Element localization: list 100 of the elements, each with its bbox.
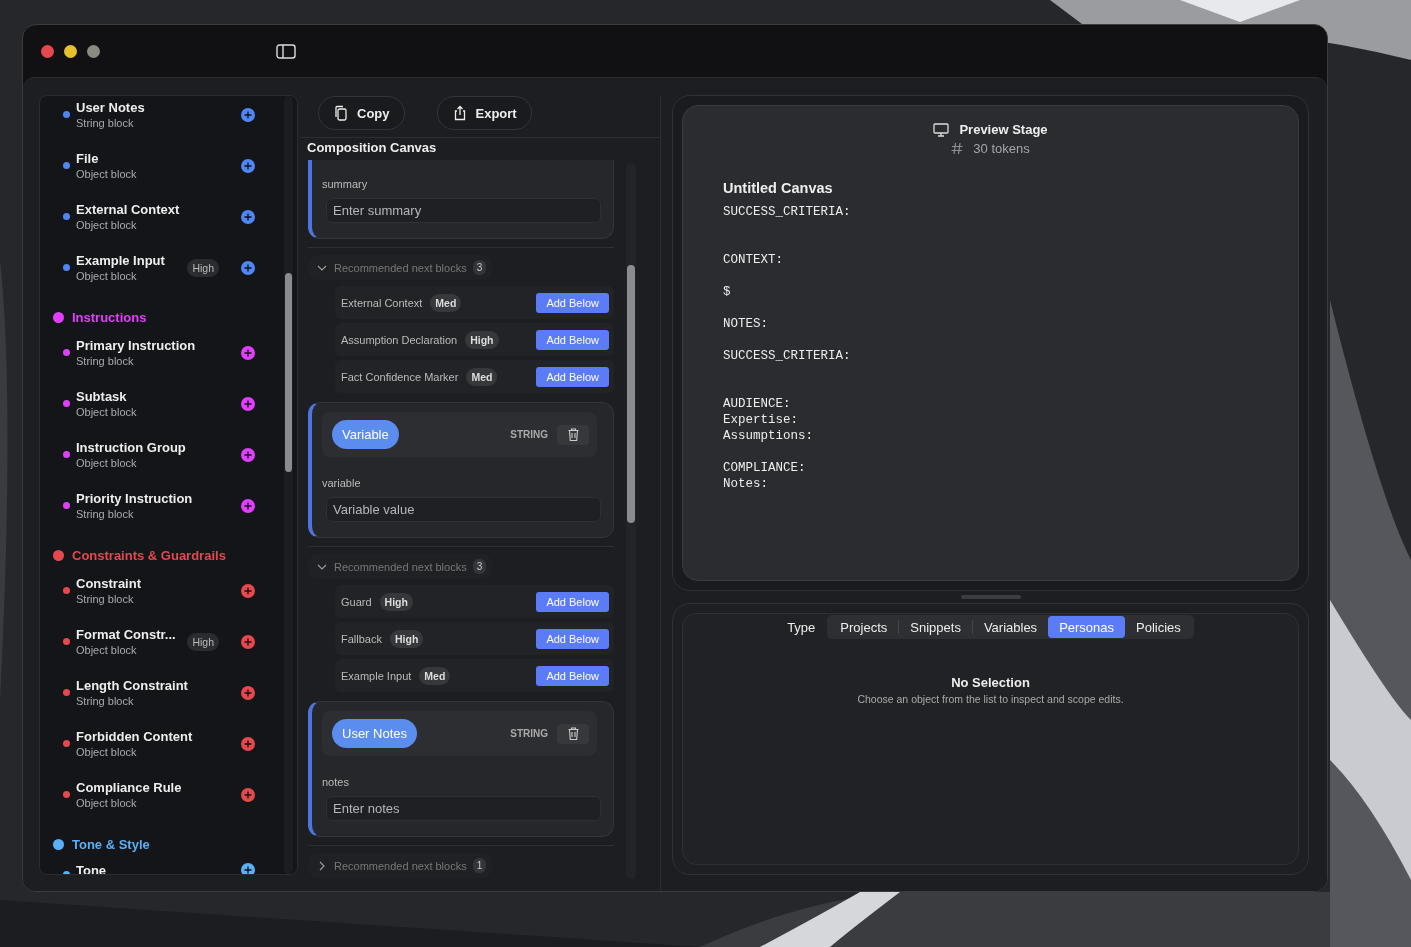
block-name[interactable]: Subtask (76, 389, 241, 404)
add-below-button[interactable]: Add Below (536, 329, 609, 350)
group-title: Instructions (72, 309, 147, 325)
block-type: Object block (76, 457, 138, 469)
priority-badge: High (187, 632, 219, 651)
add-below-button[interactable]: Add Below (536, 366, 609, 387)
priority-badge: Med (466, 367, 498, 386)
sidebar-toggle-icon[interactable] (276, 43, 296, 59)
add-below-button[interactable]: Add Below (536, 292, 609, 313)
add-icon[interactable] (241, 396, 255, 411)
add-icon[interactable] (241, 209, 255, 224)
scrollbar[interactable] (626, 163, 636, 879)
trash-icon (567, 727, 579, 740)
block-name[interactable]: Example Input (76, 253, 188, 268)
block-name[interactable]: Length Constraint (76, 678, 241, 693)
priority-badge: Med (419, 666, 451, 685)
export-button[interactable]: Export (436, 96, 532, 130)
delete-button[interactable] (557, 424, 589, 445)
add-icon[interactable] (241, 107, 255, 122)
recommendation-name: Example Input (341, 669, 412, 682)
token-count: 30 tokens (973, 141, 1030, 156)
close-button[interactable] (41, 44, 54, 58)
empty-state-title: No Selection (951, 675, 1030, 690)
add-icon[interactable] (241, 863, 255, 874)
recommendation-name: Guard (341, 595, 372, 608)
group-title: Tone & Style (72, 836, 150, 852)
block-name[interactable]: Constraint (76, 576, 241, 591)
recommendation-name: Assumption Declaration (341, 333, 458, 346)
block-type: String block (76, 355, 135, 367)
add-icon[interactable] (241, 787, 255, 802)
input-field[interactable]: Enter summary (326, 198, 601, 223)
preview-title: Preview Stage (959, 122, 1048, 137)
input-field[interactable]: Enter notes (326, 796, 601, 821)
block-name[interactable]: Primary Instruction (76, 338, 241, 353)
block-name[interactable]: External Context (76, 202, 241, 217)
add-icon[interactable] (241, 634, 255, 649)
resize-handle[interactable] (960, 595, 1021, 599)
add-icon[interactable] (241, 447, 255, 462)
block-type: Object block (76, 797, 138, 809)
type-tab[interactable]: Personas (1048, 616, 1126, 638)
add-icon[interactable] (241, 158, 255, 173)
canvas-name: Untitled Canvas (723, 180, 834, 196)
type-tab[interactable]: Snippets (899, 616, 972, 638)
recommendation-name: Fallback (341, 632, 382, 645)
block-name[interactable]: Instruction Group (76, 440, 241, 455)
block-type-label: STRING (510, 728, 548, 739)
add-icon[interactable] (241, 583, 255, 598)
field-label: variable (322, 477, 362, 489)
block-name[interactable]: Format Constr... (76, 627, 188, 642)
add-icon[interactable] (241, 260, 255, 275)
field-label: summary (322, 178, 369, 190)
input-field[interactable]: Variable value (326, 497, 601, 522)
block-type: Object block (76, 270, 138, 282)
block-type: Object block (76, 746, 138, 758)
block-type-label: STRING (510, 429, 548, 440)
trash-icon (567, 428, 579, 441)
minimize-button[interactable] (64, 44, 77, 58)
add-icon[interactable] (241, 685, 255, 700)
block-type: Object block (76, 644, 138, 656)
block-name[interactable]: File (76, 151, 241, 166)
add-below-button[interactable]: Add Below (536, 665, 609, 686)
add-icon[interactable] (241, 498, 255, 513)
add-icon[interactable] (241, 345, 255, 360)
field-label: notes (322, 776, 350, 788)
recommendation-name: External Context (341, 296, 423, 309)
add-below-button[interactable]: Add Below (536, 591, 609, 612)
block-type: Object block (76, 168, 138, 180)
block-type: String block (76, 508, 135, 520)
recommendation-name: Fact Confidence Marker (341, 370, 459, 383)
scrollbar[interactable] (284, 96, 293, 874)
group-title: Constraints & Guardrails (72, 547, 226, 563)
block-name[interactable]: Forbidden Content (76, 729, 241, 744)
priority-badge: High (389, 629, 424, 648)
priority-badge: High (379, 592, 413, 611)
priority-badge: Med (430, 293, 462, 312)
block-type: Object block (76, 219, 138, 231)
block-name[interactable]: Priority Instruction (76, 491, 241, 506)
delete-button[interactable] (557, 723, 589, 744)
block-name[interactable]: Compliance Rule (76, 780, 241, 795)
block-type: String block (76, 695, 135, 707)
copy-icon (333, 105, 349, 121)
block-type: String block (76, 593, 135, 605)
block-type: String block (76, 117, 135, 129)
copy-button[interactable]: Copy (318, 96, 405, 130)
monitor-icon (933, 122, 950, 137)
type-label: Type (787, 619, 816, 635)
type-tab[interactable]: Variables (972, 616, 1049, 638)
block-name[interactable]: User Notes (76, 100, 241, 115)
type-tab[interactable]: Policies (1125, 616, 1192, 638)
type-tab[interactable]: Projects (829, 616, 899, 638)
priority-badge: High (187, 258, 219, 277)
block-type: Object block (76, 406, 138, 418)
empty-state-text: Choose an object from the list to inspect and scope edits. (857, 693, 1124, 705)
add-below-button[interactable]: Add Below (536, 628, 609, 649)
zoom-button[interactable] (87, 44, 100, 58)
canvas-title: Composition Canvas (306, 139, 438, 157)
priority-badge: High (465, 330, 499, 349)
add-icon[interactable] (241, 736, 255, 751)
hash-icon (951, 142, 964, 155)
prompt-preview-text: SUCCESS_CRITERIA: CONTEXT: $ NOTES: SUCCESS_CRITERIA: AUDIENCE: Expertise: Assumptions: COMPLIANCE: Notes: (723, 204, 852, 492)
